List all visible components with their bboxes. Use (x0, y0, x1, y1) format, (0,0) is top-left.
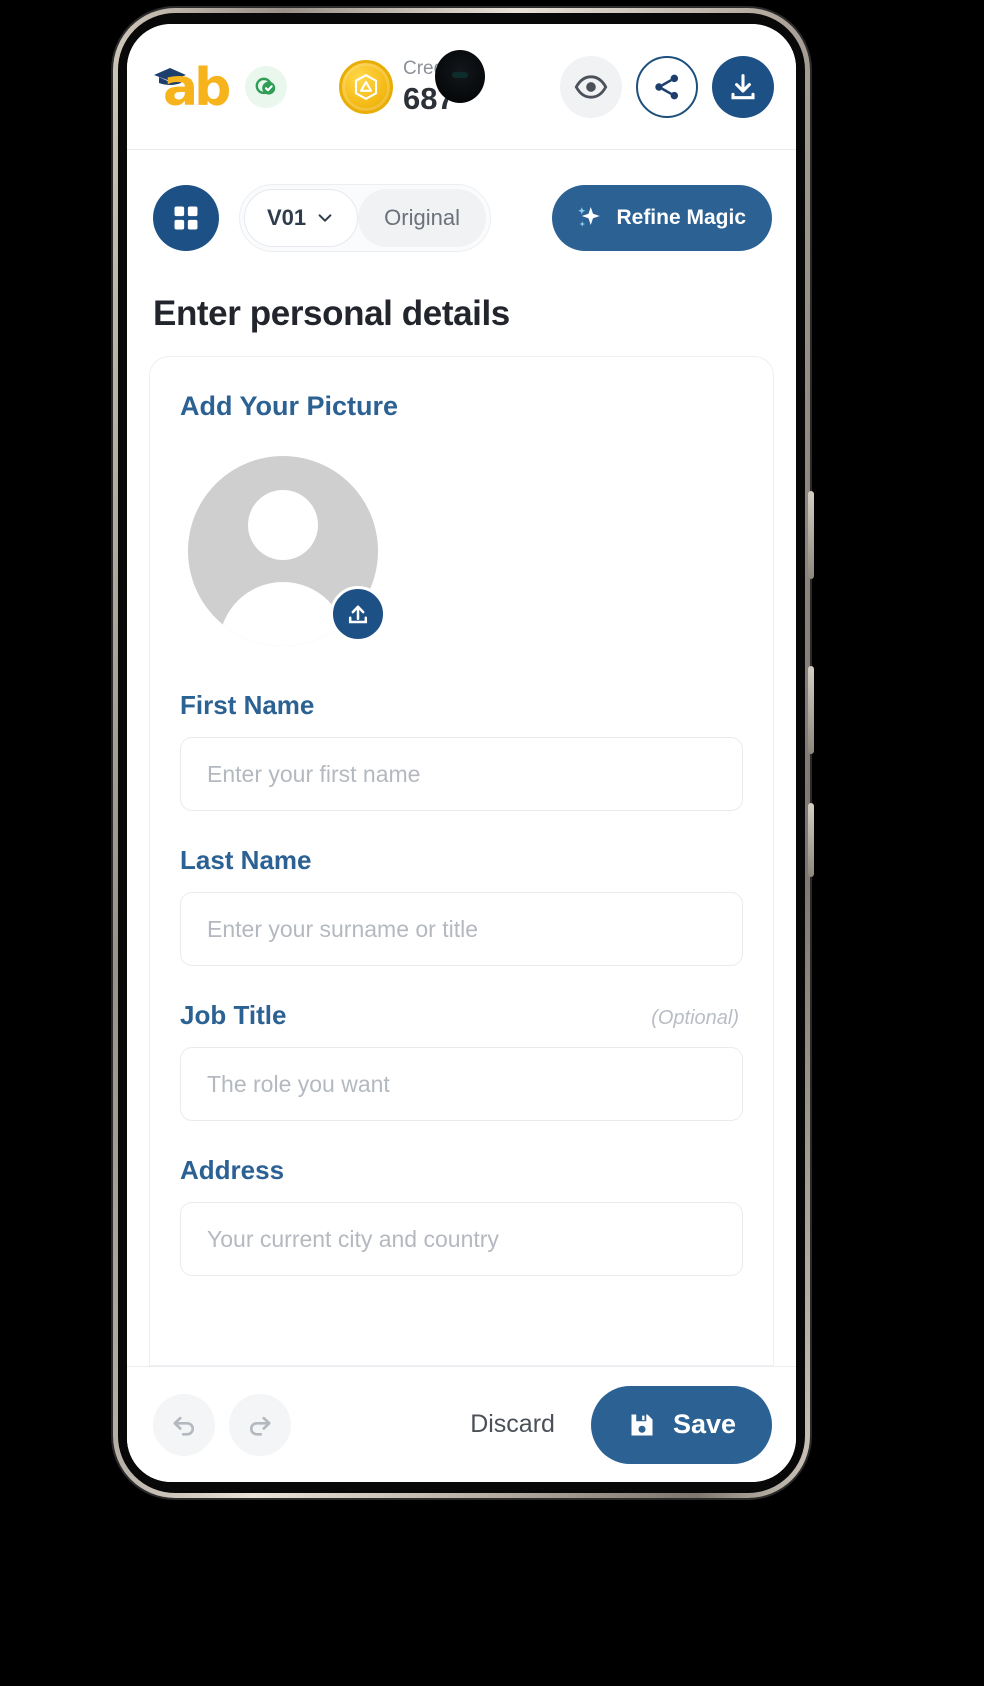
floppy-disk-icon (631, 1414, 653, 1435)
chevron-down-icon (318, 214, 332, 222)
layout-grid-button[interactable] (153, 185, 219, 251)
style-original-button[interactable]: Original (358, 189, 486, 247)
avatar-upload-block[interactable] (188, 456, 386, 646)
field-last-name: Last Name (180, 845, 743, 966)
undo-icon (173, 1416, 194, 1436)
field-address: Address (180, 1155, 743, 1276)
share-button[interactable] (636, 55, 698, 118)
discard-button[interactable]: Discard (448, 1410, 577, 1439)
camera-punch-hole (435, 50, 485, 103)
app-logo-text: ab (163, 57, 231, 118)
volume-down-button[interactable] (808, 666, 814, 754)
page-title: Enter personal details (153, 294, 510, 333)
form-scroll-area[interactable]: Add Your Picture First Name Enter your f… (127, 356, 796, 1366)
phone-screen: ab Credits 687 V01 Original Refine Magic… (127, 24, 796, 1482)
field-label-row: Address (180, 1155, 743, 1186)
eye-icon (574, 74, 608, 99)
save-label: Save (672, 1409, 736, 1439)
avatar-head-shape (248, 490, 318, 560)
style-label: Original (384, 205, 460, 230)
personal-details-card: Add Your Picture First Name Enter your f… (149, 356, 774, 1366)
address-input[interactable] (180, 1202, 743, 1276)
share-icon (655, 74, 679, 99)
first-name-label: First Name (180, 690, 315, 720)
add-picture-heading: Add Your Picture (180, 391, 399, 421)
save-button[interactable]: Save (590, 1385, 772, 1464)
screenshot-stage: ab Credits 687 V01 Original Refine Magic… (0, 0, 984, 1686)
first-name-input[interactable] (180, 737, 743, 811)
redo-icon (250, 1416, 271, 1436)
job-title-label: Job Title (180, 1000, 287, 1030)
app-logo[interactable]: ab (153, 58, 239, 116)
refine-magic-button[interactable]: Refine Magic (552, 185, 772, 251)
redo-button[interactable] (229, 1393, 291, 1456)
version-style-group: V01 Original (239, 184, 491, 252)
volume-up-button[interactable] (808, 491, 814, 579)
refine-magic-label: Refine Magic (616, 206, 746, 229)
bottom-action-bar: Discard Save (127, 1366, 796, 1482)
job-title-input[interactable] (180, 1047, 743, 1121)
grid-icon (174, 206, 198, 230)
upload-icon (348, 605, 368, 624)
field-label-row: Last Name (180, 845, 743, 876)
preview-button[interactable] (560, 55, 622, 118)
last-name-input[interactable] (180, 892, 743, 966)
avatar-body-shape (219, 582, 347, 646)
field-job-title: Job Title (Optional) (180, 1000, 743, 1121)
field-label-row: Job Title (Optional) (180, 1000, 743, 1031)
editor-toolbar: V01 Original Refine Magic (127, 150, 796, 276)
money-verified-icon (245, 65, 287, 108)
version-selector[interactable]: V01 (244, 189, 359, 247)
field-first-name: First Name (180, 690, 743, 811)
upload-picture-button[interactable] (330, 586, 386, 642)
download-button[interactable] (712, 55, 774, 118)
field-label-row: First Name (180, 690, 743, 721)
job-title-optional: (Optional) (651, 1007, 739, 1029)
power-button[interactable] (808, 803, 814, 877)
download-icon (731, 73, 755, 99)
credits-coin-icon (339, 59, 393, 114)
last-name-label: Last Name (180, 845, 312, 875)
sparkle-icon (578, 207, 601, 227)
undo-button[interactable] (153, 1393, 215, 1456)
address-label: Address (180, 1155, 285, 1185)
version-label: V01 (267, 205, 307, 230)
